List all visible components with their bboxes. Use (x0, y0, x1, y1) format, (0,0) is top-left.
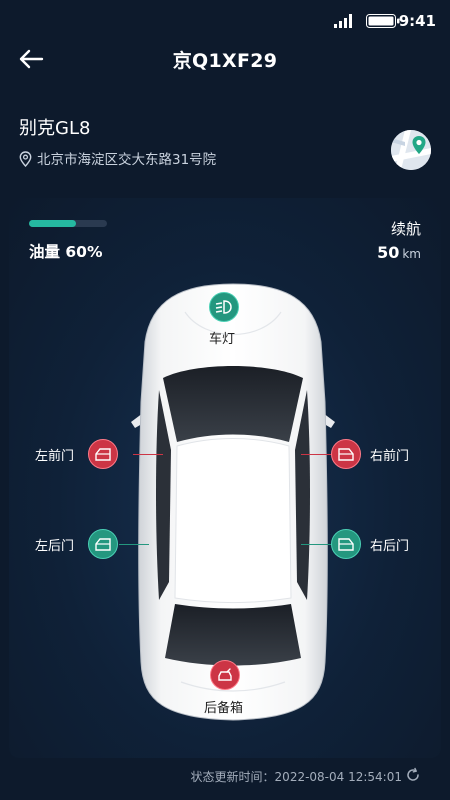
rear-left-door-label: 左后门 (35, 539, 75, 554)
front-right-door-button[interactable] (331, 439, 361, 469)
page-title: 京Q1XF29 (172, 50, 278, 72)
front-left-door-button[interactable] (88, 439, 118, 469)
door-icon (338, 537, 354, 551)
front-right-door-label: 右前门 (370, 449, 410, 464)
trunk-button[interactable] (210, 660, 240, 690)
map-icon (391, 130, 431, 170)
front-left-door-label: 左前门 (35, 449, 75, 464)
status-bar: 9:41 (0, 0, 450, 44)
vehicle-status-card: 油量 60% 续航 50 km 车灯 左前门 右前门 左后门 右后门 后备箱 (9, 198, 441, 758)
update-time-value: 2022-08-04 12:54:01 (274, 770, 402, 784)
car-illustration (131, 283, 335, 721)
headlight-button[interactable] (209, 292, 239, 322)
range-value: 50 km (377, 243, 421, 262)
rear-right-door-label: 右后门 (370, 539, 410, 554)
rear-right-leader (301, 544, 331, 545)
battery-icon (366, 14, 400, 28)
fuel-level-bar (29, 220, 107, 227)
address-text: 北京市海淀区交大东路31号院 (37, 152, 217, 168)
rear-left-door-button[interactable] (88, 529, 118, 559)
door-icon (95, 447, 111, 461)
door-icon (95, 537, 111, 551)
fuel-level-fill (29, 220, 76, 227)
update-time-label: 状态更新时间： (190, 770, 275, 784)
range-unit: km (402, 247, 421, 261)
fuel-label: 油量 60% (29, 243, 103, 261)
door-icon (338, 447, 354, 461)
headlight-icon (215, 300, 232, 314)
nav-bar: 京Q1XF29 (0, 40, 450, 80)
rear-left-leader (119, 544, 149, 545)
front-right-leader (301, 454, 331, 455)
update-time: 状态更新时间：2022-08-04 12:54:01 (191, 768, 402, 785)
rear-right-door-button[interactable] (331, 529, 361, 559)
refresh-icon[interactable] (405, 767, 421, 783)
front-left-leader (133, 454, 163, 455)
range-label: 续航 (390, 220, 421, 238)
status-time: 9:41 (398, 12, 436, 30)
trunk-icon (218, 668, 232, 681)
headlight-label: 车灯 (209, 332, 236, 347)
vehicle-address: 北京市海淀区交大东路31号院 (19, 148, 216, 168)
location-pin-icon (19, 151, 32, 167)
vehicle-name: 别克GL8 (19, 118, 91, 139)
range-number: 50 (377, 243, 400, 262)
trunk-label: 后备箱 (204, 701, 244, 716)
map-button[interactable] (391, 130, 431, 170)
signal-icon (334, 14, 352, 28)
